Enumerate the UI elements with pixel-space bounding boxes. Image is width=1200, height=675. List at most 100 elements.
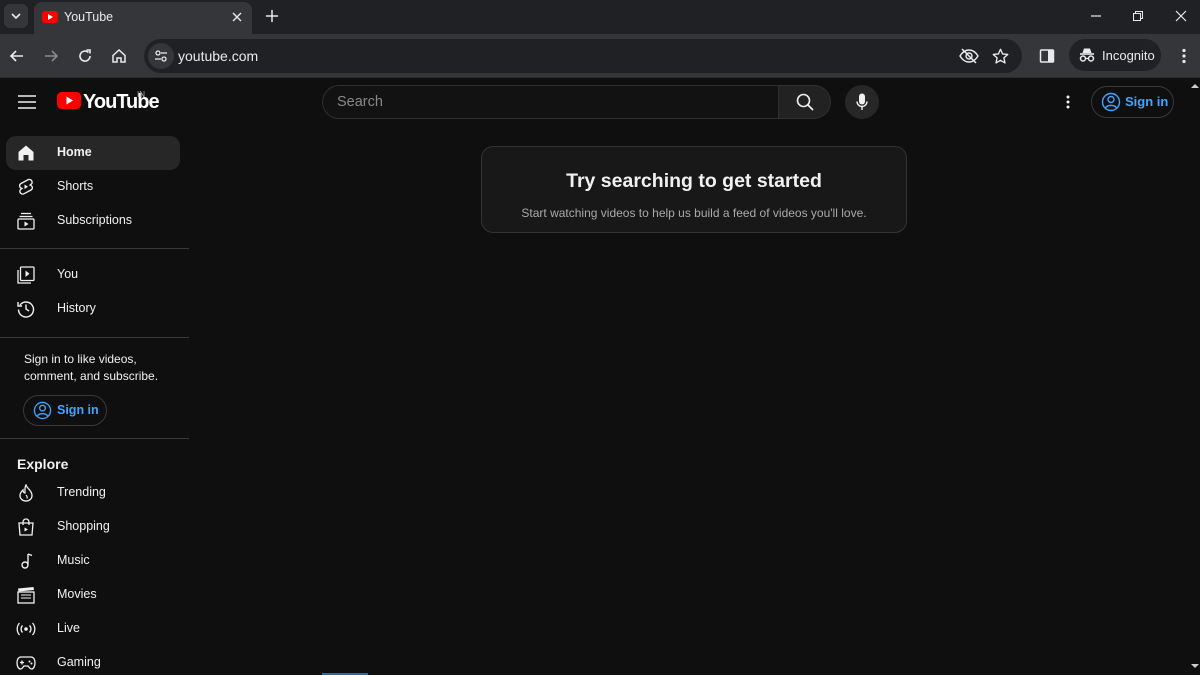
search-button[interactable] — [778, 85, 831, 119]
sidebar-divider — [0, 438, 189, 439]
sign-in-label: Sign in — [57, 403, 99, 417]
tab-close-icon[interactable] — [228, 8, 246, 26]
guide-sidebar: Home Shorts Subscriptions You History Si… — [0, 127, 190, 675]
forward-button[interactable] — [39, 44, 63, 68]
movies-icon — [16, 585, 36, 605]
youtube-play-logo-icon — [57, 92, 81, 109]
scroll-up-arrow-icon[interactable] — [1191, 83, 1199, 89]
back-button[interactable] — [5, 44, 29, 68]
sidebar-item-label: Movies — [57, 587, 97, 601]
empty-feed-title: Try searching to get started — [566, 170, 822, 192]
empty-feed-card: Try searching to get started Start watch… — [481, 146, 907, 233]
search-input[interactable]: Search — [322, 85, 778, 119]
sidebar-item-label: Live — [57, 621, 80, 635]
sidebar-item-music[interactable]: Music — [6, 544, 180, 578]
gaming-icon — [16, 653, 36, 673]
sidebar-item-subscriptions[interactable]: Subscriptions — [6, 204, 180, 238]
sidebar-item-shorts[interactable]: Shorts — [6, 170, 180, 204]
menu-icon — [18, 95, 36, 109]
your-channel-icon — [16, 265, 36, 285]
sidebar-item-you[interactable]: You — [6, 258, 180, 292]
guide-menu-button[interactable] — [14, 89, 40, 115]
empty-feed-subtitle: Start watching videos to help us build a… — [521, 206, 867, 220]
sign-in-button[interactable]: Sign in — [1091, 86, 1174, 118]
youtube-masthead: YouTube IN Search Sign in — [0, 79, 1190, 127]
region-code: IN — [137, 90, 145, 99]
more-vert-icon — [1066, 95, 1070, 109]
sidebar-divider — [0, 248, 189, 249]
music-icon — [16, 551, 36, 571]
search-icon — [796, 93, 814, 111]
site-info-button[interactable] — [148, 43, 174, 69]
sidebar-item-live[interactable]: Live — [6, 612, 180, 646]
sidebar-item-label: Trending — [57, 485, 106, 499]
tab-title: YouTube — [64, 10, 114, 24]
sidebar-item-movies[interactable]: Movies — [6, 578, 180, 612]
sign-in-prompt-text: Sign in to like videos, comment, and sub… — [24, 352, 159, 383]
arrow-left-icon — [9, 50, 23, 62]
sidebar-item-label: Home — [57, 145, 92, 159]
restore-button[interactable] — [1127, 6, 1149, 26]
reload-button[interactable] — [73, 44, 97, 68]
explore-section-title: Explore — [17, 456, 69, 472]
home-icon — [112, 48, 126, 63]
account-circle-icon — [1101, 92, 1121, 112]
youtube-logo[interactable]: YouTube — [57, 91, 160, 113]
url-text: youtube.com — [178, 48, 259, 64]
browser-toolbar: youtube.com Incognito — [0, 34, 1200, 78]
sidebar-item-home[interactable]: Home — [6, 136, 180, 170]
browser-menu-button[interactable] — [1172, 44, 1196, 68]
incognito-badge[interactable]: Incognito — [1069, 39, 1161, 71]
sidebar-item-shopping[interactable]: Shopping — [6, 510, 180, 544]
sidebar-item-label: You — [57, 267, 79, 281]
youtube-wordmark: YouTube — [83, 91, 160, 113]
sidebar-item-trending[interactable]: Trending — [6, 476, 180, 510]
plus-icon — [266, 10, 278, 22]
tab-search-button[interactable] — [4, 4, 28, 28]
address-bar[interactable]: youtube.com — [144, 39, 1022, 73]
sidebar-item-label: Shopping — [57, 519, 110, 533]
settings-menu-button[interactable] — [1057, 91, 1079, 113]
page-scrollbar[interactable] — [1190, 79, 1200, 675]
microphone-icon — [856, 93, 868, 110]
voice-search-button[interactable] — [845, 85, 879, 119]
tune-icon — [155, 50, 167, 62]
side-panel-button[interactable] — [1035, 44, 1059, 68]
youtube-favicon-icon — [42, 11, 58, 23]
minimize-button[interactable] — [1085, 6, 1107, 26]
trending-icon — [16, 483, 36, 503]
bookmark-star-icon[interactable] — [989, 46, 1011, 66]
tracking-protection-icon[interactable] — [958, 46, 980, 66]
minimize-icon — [1091, 15, 1101, 17]
new-tab-button[interactable] — [262, 6, 282, 26]
sidebar-item-label: Shorts — [57, 179, 94, 193]
sidebar-item-label: Gaming — [57, 655, 101, 669]
side-panel-icon — [1039, 49, 1055, 63]
search-placeholder: Search — [337, 94, 383, 110]
browser-tab-strip: YouTube — [0, 0, 1200, 34]
chevron-down-icon — [11, 13, 21, 20]
scroll-down-arrow-icon[interactable] — [1191, 663, 1199, 669]
home-icon — [16, 143, 36, 163]
incognito-label: Incognito — [1102, 48, 1155, 63]
reload-icon — [79, 49, 91, 62]
shorts-icon — [16, 177, 36, 197]
sidebar-item-label: Music — [57, 553, 90, 567]
sidebar-item-gaming[interactable]: Gaming — [6, 646, 180, 675]
browser-tab-youtube[interactable]: YouTube — [34, 2, 252, 34]
home-button[interactable] — [107, 44, 131, 68]
sidebar-item-label: Subscriptions — [57, 213, 133, 227]
sidebar-item-history[interactable]: History — [6, 292, 180, 326]
live-icon — [16, 619, 36, 639]
sign-in-label: Sign in — [1125, 94, 1169, 109]
shopping-icon — [16, 517, 36, 537]
sidebar-sign-in-button[interactable]: Sign in — [23, 395, 107, 426]
sidebar-item-label: History — [57, 301, 96, 315]
close-icon — [1175, 10, 1187, 22]
incognito-icon — [1078, 47, 1096, 63]
subscriptions-icon — [16, 211, 36, 231]
restore-icon — [1133, 11, 1143, 21]
history-icon — [16, 299, 36, 319]
sidebar-divider — [0, 337, 189, 338]
close-window-button[interactable] — [1170, 6, 1192, 26]
